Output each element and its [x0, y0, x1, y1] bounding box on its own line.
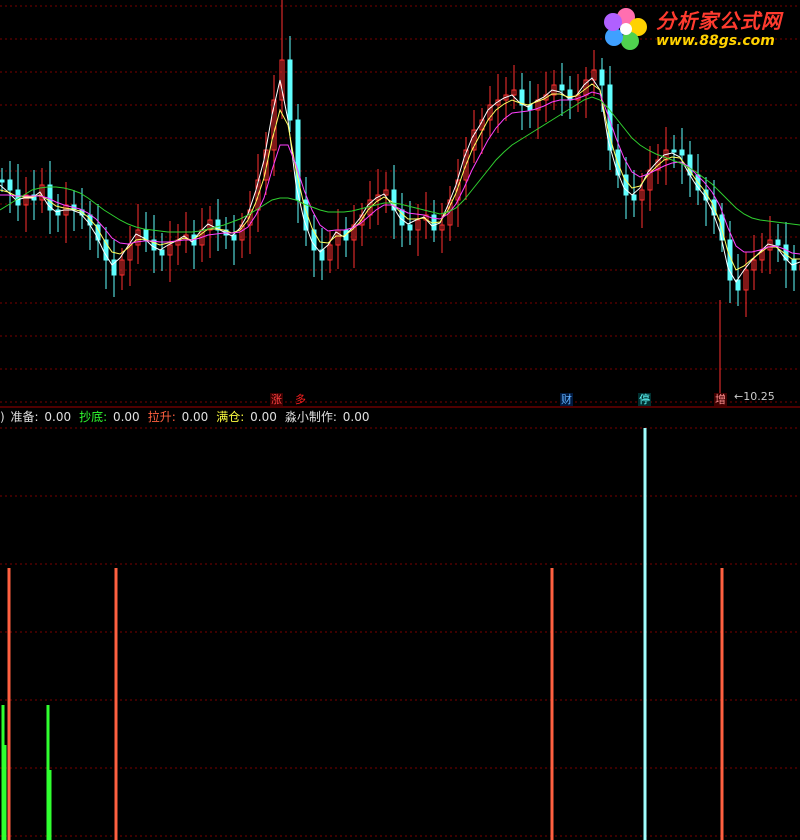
candle-body: [679, 149, 685, 156]
signal-marker: 财: [560, 393, 573, 406]
legend-prefix: ): [0, 410, 5, 424]
signal-marker: 涨: [270, 393, 283, 406]
candle-body: [407, 224, 413, 231]
legend-value: 0.00: [246, 410, 277, 424]
flower-logo-icon: [604, 8, 647, 50]
legend-item: 淼小制作:: [284, 410, 337, 424]
legend-value: 0.00: [40, 410, 72, 424]
logo-title: 分析家公式网: [656, 9, 782, 33]
candle-body: [559, 84, 565, 91]
price-annotation: ←10.25: [734, 390, 775, 403]
candle-body: [0, 179, 5, 183]
candle-body: [7, 179, 13, 191]
candle-body: [775, 239, 781, 246]
ma-line-ma_short: [0, 77, 800, 283]
legend-item: 满仓:: [216, 410, 245, 424]
legend-item: 抄底:: [79, 410, 108, 424]
signal-marker: 增: [714, 393, 727, 406]
ma-line-ma_mid: [0, 83, 800, 271]
candle-body: [687, 154, 693, 176]
candle-body: [159, 249, 165, 256]
candle-body: [567, 89, 573, 101]
legend-value: 0.00: [338, 410, 370, 424]
ma-line-ma_long: [0, 91, 800, 255]
candle-body: [671, 149, 677, 153]
legend-value: 0.00: [109, 410, 140, 424]
signal-marker: 多: [295, 393, 306, 406]
legend-value: 0.00: [177, 410, 209, 424]
legend-item: 准备:: [10, 410, 39, 424]
legend-item: 拉升:: [147, 410, 176, 424]
indicator-legend: ) 准备: 0.00 抄底: 0.00 拉升: 0.00 满仓: 0.00 淼小制作: …: [0, 409, 379, 425]
logo-url: www.88gs.com: [656, 33, 775, 49]
candle-body: [599, 69, 605, 86]
signal-marker: 停: [638, 393, 651, 406]
candle-body: [287, 59, 293, 121]
candle-body: [631, 194, 637, 201]
site-logo: 分析家公式网 www.88gs.com: [600, 3, 800, 53]
